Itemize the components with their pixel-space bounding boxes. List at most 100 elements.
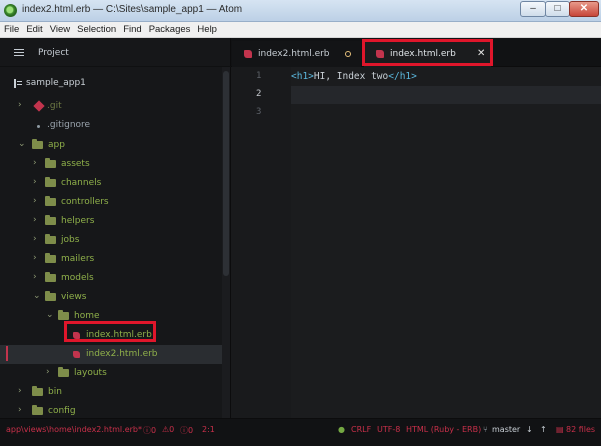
project-icon xyxy=(14,49,24,58)
line-number-gutter: 1 2 3 xyxy=(231,67,291,418)
status-git-branch[interactable]: master xyxy=(492,425,520,434)
folder-icon xyxy=(58,367,69,377)
chevron-right-icon: › xyxy=(33,272,37,282)
tree-root-sample-app1[interactable]: sample_app1 xyxy=(0,74,222,93)
arrow-down-icon[interactable]: ↓ xyxy=(526,425,533,434)
chevron-right-icon: › xyxy=(33,158,37,168)
tree-item-bin[interactable]: › bin xyxy=(0,383,222,402)
status-file-count[interactable]: 82 files xyxy=(566,425,595,434)
menu-packages[interactable]: Packages xyxy=(149,24,191,35)
status-file-path[interactable]: app\views\home\index2.html.erb* xyxy=(6,425,142,434)
chevron-down-icon: ⌄ xyxy=(18,139,26,149)
folder-icon xyxy=(45,253,56,263)
tree-item-label: bin xyxy=(48,387,62,397)
project-tab-label: Project xyxy=(38,48,69,58)
tree-item-index2-html-erb[interactable]: index2.html.erb xyxy=(0,345,222,364)
folder-icon xyxy=(32,139,43,149)
folder-icon xyxy=(45,291,56,301)
tree-item-controllers[interactable]: › controllers xyxy=(0,193,222,212)
arrow-up-icon[interactable]: ↑ xyxy=(540,425,547,434)
tree-item-mailers[interactable]: › mailers xyxy=(0,250,222,269)
repo-icon xyxy=(14,79,23,88)
file-icon xyxy=(37,125,40,128)
chevron-down-icon: ⌄ xyxy=(46,310,54,320)
status-warning-count[interactable]: ⚠0 xyxy=(162,425,174,434)
tree-scrollbar[interactable] xyxy=(222,67,230,418)
tree-item-git[interactable]: › .git xyxy=(0,97,222,116)
menu-selection[interactable]: Selection xyxy=(77,24,116,35)
status-info-count[interactable]: ⓘ0 xyxy=(180,425,193,436)
chevron-right-icon: › xyxy=(33,253,37,263)
selection-marker xyxy=(6,346,8,361)
tree-item-label: app xyxy=(48,140,65,150)
code-text: HI, Index two xyxy=(313,71,389,82)
minimize-button[interactable]: – xyxy=(520,1,546,17)
tree-item-label: index2.html.erb xyxy=(86,349,158,359)
code-line-1[interactable]: <h1>HI, Index two</h1> xyxy=(291,71,417,82)
tree-item-jobs[interactable]: › jobs xyxy=(0,231,222,250)
tree-item-label: .git xyxy=(47,101,62,111)
tree-item-label: channels xyxy=(61,178,102,188)
modified-indicator-icon[interactable] xyxy=(345,51,351,57)
chevron-right-icon: › xyxy=(46,367,50,377)
menu-view[interactable]: View xyxy=(50,24,70,35)
status-cursor-position[interactable]: 2:1 xyxy=(202,425,215,434)
status-dot-icon: ● xyxy=(338,425,345,434)
editor-pane[interactable]: 1 2 3 <h1>HI, Index two</h1> xyxy=(231,67,601,418)
menu-bar: File Edit View Selection Find Packages H… xyxy=(0,22,601,38)
folder-icon xyxy=(45,272,56,282)
menu-file[interactable]: File xyxy=(4,24,19,35)
status-encoding[interactable]: UTF-8 xyxy=(377,425,400,434)
line-number: 3 xyxy=(256,107,262,117)
folder-icon xyxy=(58,310,69,320)
tree-item-assets[interactable]: › assets xyxy=(0,155,222,174)
tab-index2-html-erb[interactable]: index2.html.erb xyxy=(232,41,361,67)
menu-edit[interactable]: Edit xyxy=(26,24,42,35)
folder-icon xyxy=(45,234,56,244)
erb-file-icon xyxy=(73,351,80,358)
branch-icon: ⑂ xyxy=(483,425,488,434)
line-number: 1 xyxy=(256,71,262,81)
chevron-right-icon: › xyxy=(33,215,37,225)
git-icon xyxy=(33,100,45,112)
tree-item-gitignore[interactable]: .gitignore xyxy=(0,116,222,135)
status-grammar[interactable]: HTML (Ruby - ERB) xyxy=(406,425,481,434)
menu-help[interactable]: Help xyxy=(197,24,217,35)
tree-item-views[interactable]: ⌄ views xyxy=(0,288,222,307)
chevron-right-icon: › xyxy=(18,386,22,396)
chevron-right-icon: › xyxy=(18,405,22,415)
close-window-button[interactable]: ✕ xyxy=(569,1,599,17)
tree-item-helpers[interactable]: › helpers xyxy=(0,212,222,231)
status-error-count[interactable]: ⓘ0 xyxy=(143,425,156,436)
tree-item-app[interactable]: ⌄ app xyxy=(0,136,222,155)
title-bar: index2.html.erb — C:\Sites\sample_app1 —… xyxy=(0,0,601,22)
project-tab[interactable]: Project xyxy=(0,38,231,67)
tree-scrollbar-thumb[interactable] xyxy=(223,71,229,276)
folder-icon xyxy=(32,405,43,415)
tree-item-label: assets xyxy=(61,159,90,169)
chevron-right-icon: › xyxy=(33,234,37,244)
erb-file-icon xyxy=(244,50,252,58)
status-line-ending[interactable]: CRLF xyxy=(351,425,371,434)
chevron-right-icon: › xyxy=(18,100,22,110)
tree-item-label: config xyxy=(48,406,76,416)
folder-icon xyxy=(45,158,56,168)
tree-view: Project sample_app1 › .git .gitignore ⌄ … xyxy=(0,38,231,418)
annotation-highlight-tree xyxy=(64,321,156,342)
tree-item-layouts[interactable]: › layouts xyxy=(0,364,222,383)
files-icon: ▤ xyxy=(556,425,564,434)
tree-item-label: mailers xyxy=(61,254,95,264)
folder-icon xyxy=(45,196,56,206)
tree-item-label: layouts xyxy=(74,368,107,378)
tree-item-models[interactable]: › models xyxy=(0,269,222,288)
maximize-button[interactable]: □ xyxy=(545,1,570,17)
tree-item-channels[interactable]: › channels xyxy=(0,174,222,193)
annotation-highlight-tab xyxy=(362,39,493,66)
tree-item-label: helpers xyxy=(61,216,95,226)
menu-find[interactable]: Find xyxy=(123,24,141,35)
tab-title: index2.html.erb xyxy=(258,49,330,59)
tree-item-label: views xyxy=(61,292,87,302)
window-title: index2.html.erb — C:\Sites\sample_app1 —… xyxy=(22,4,243,15)
tree-item-label: .gitignore xyxy=(47,120,91,130)
line-number-current: 2 xyxy=(256,89,262,99)
